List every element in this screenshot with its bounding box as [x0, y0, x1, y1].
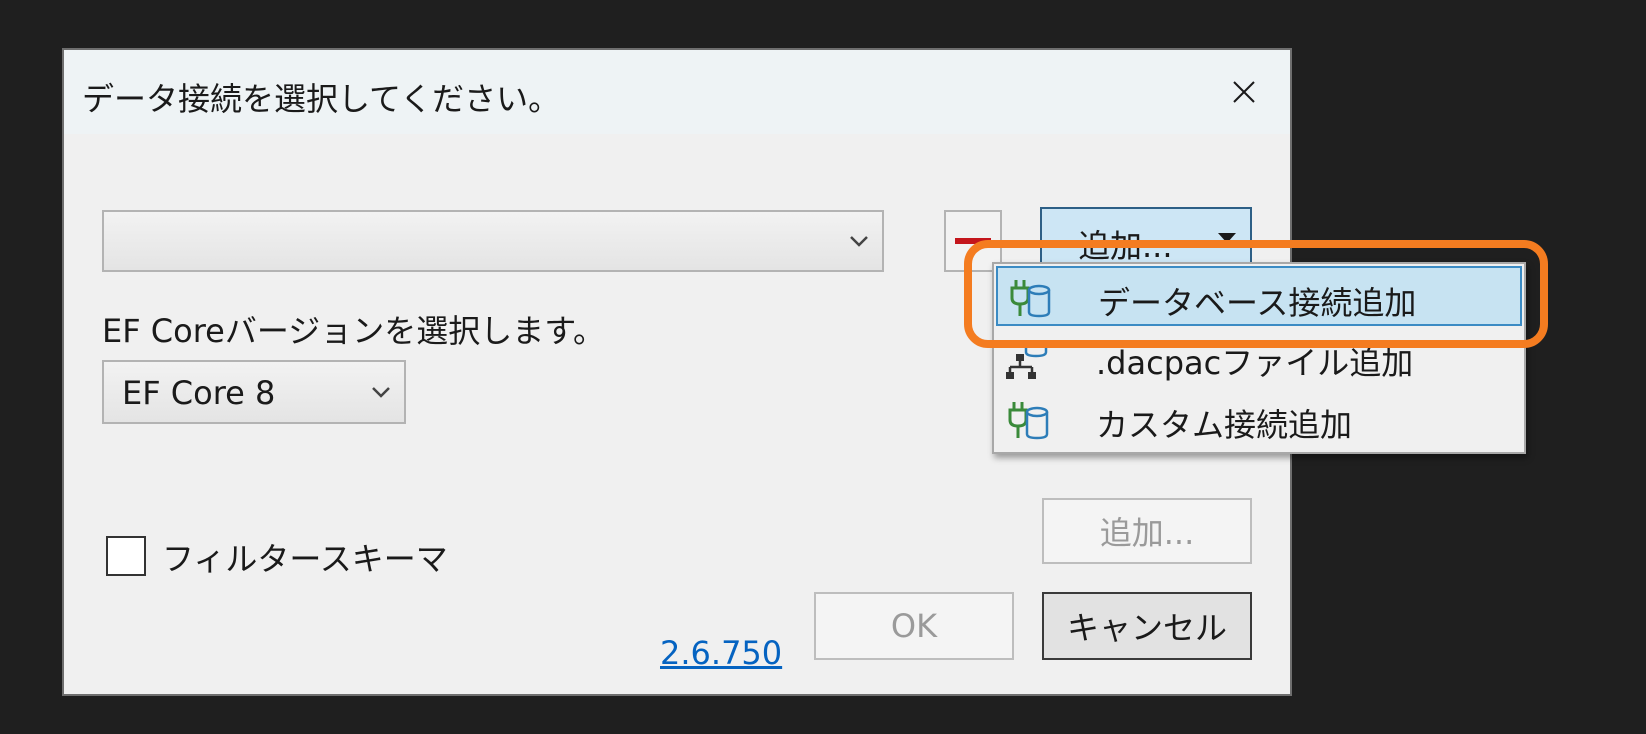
add-connection-label: 追加... — [1078, 227, 1173, 265]
menu-item-add-custom-connection[interactable]: カスタム接続追加 — [996, 390, 1522, 450]
plug-database-icon — [1010, 280, 1051, 318]
chevron-down-icon — [372, 387, 390, 398]
minus-icon — [955, 238, 991, 244]
chevron-down-icon — [850, 236, 868, 247]
connection-select[interactable] — [102, 210, 884, 272]
add-filter-button[interactable]: 追加... — [1042, 498, 1252, 564]
close-button[interactable] — [1222, 70, 1266, 114]
ef-core-version-value: EF Core 8 — [122, 374, 276, 412]
cancel-button[interactable]: キャンセル — [1042, 592, 1252, 660]
add-connection-split-button[interactable]: 追加... — [1040, 207, 1252, 269]
dialog-title: データ接続を選択してください。 — [82, 80, 561, 118]
add-connection-menu: データベース接続追加 .dacpacファイル追加 カスタム接続追加 — [992, 262, 1526, 454]
plug-database-icon — [1008, 402, 1049, 440]
menu-item-label: カスタム接続追加 — [1096, 406, 1353, 444]
ef-core-version-label: EF Coreバージョンを選択します。 — [102, 312, 606, 350]
close-icon — [1233, 81, 1255, 103]
menu-item-label: データベース接続追加 — [1098, 284, 1417, 322]
menu-item-add-dacpac-file[interactable]: .dacpacファイル追加 — [996, 328, 1522, 388]
filter-schema-label[interactable]: フィルタースキーマ — [162, 534, 448, 580]
network-database-icon — [1006, 340, 1048, 379]
version-link[interactable]: 2.6.750 — [660, 634, 782, 672]
title-bar: データ接続を選択してください。 — [64, 50, 1290, 134]
ef-core-version-select[interactable]: EF Core 8 — [102, 360, 406, 424]
dropdown-arrow-icon[interactable] — [1218, 233, 1236, 243]
menu-item-add-database-connection[interactable]: データベース接続追加 — [996, 266, 1522, 326]
filter-schema-checkbox[interactable] — [106, 536, 146, 576]
menu-item-label: .dacpacファイル追加 — [1096, 344, 1414, 382]
ok-button[interactable]: OK — [814, 592, 1014, 660]
